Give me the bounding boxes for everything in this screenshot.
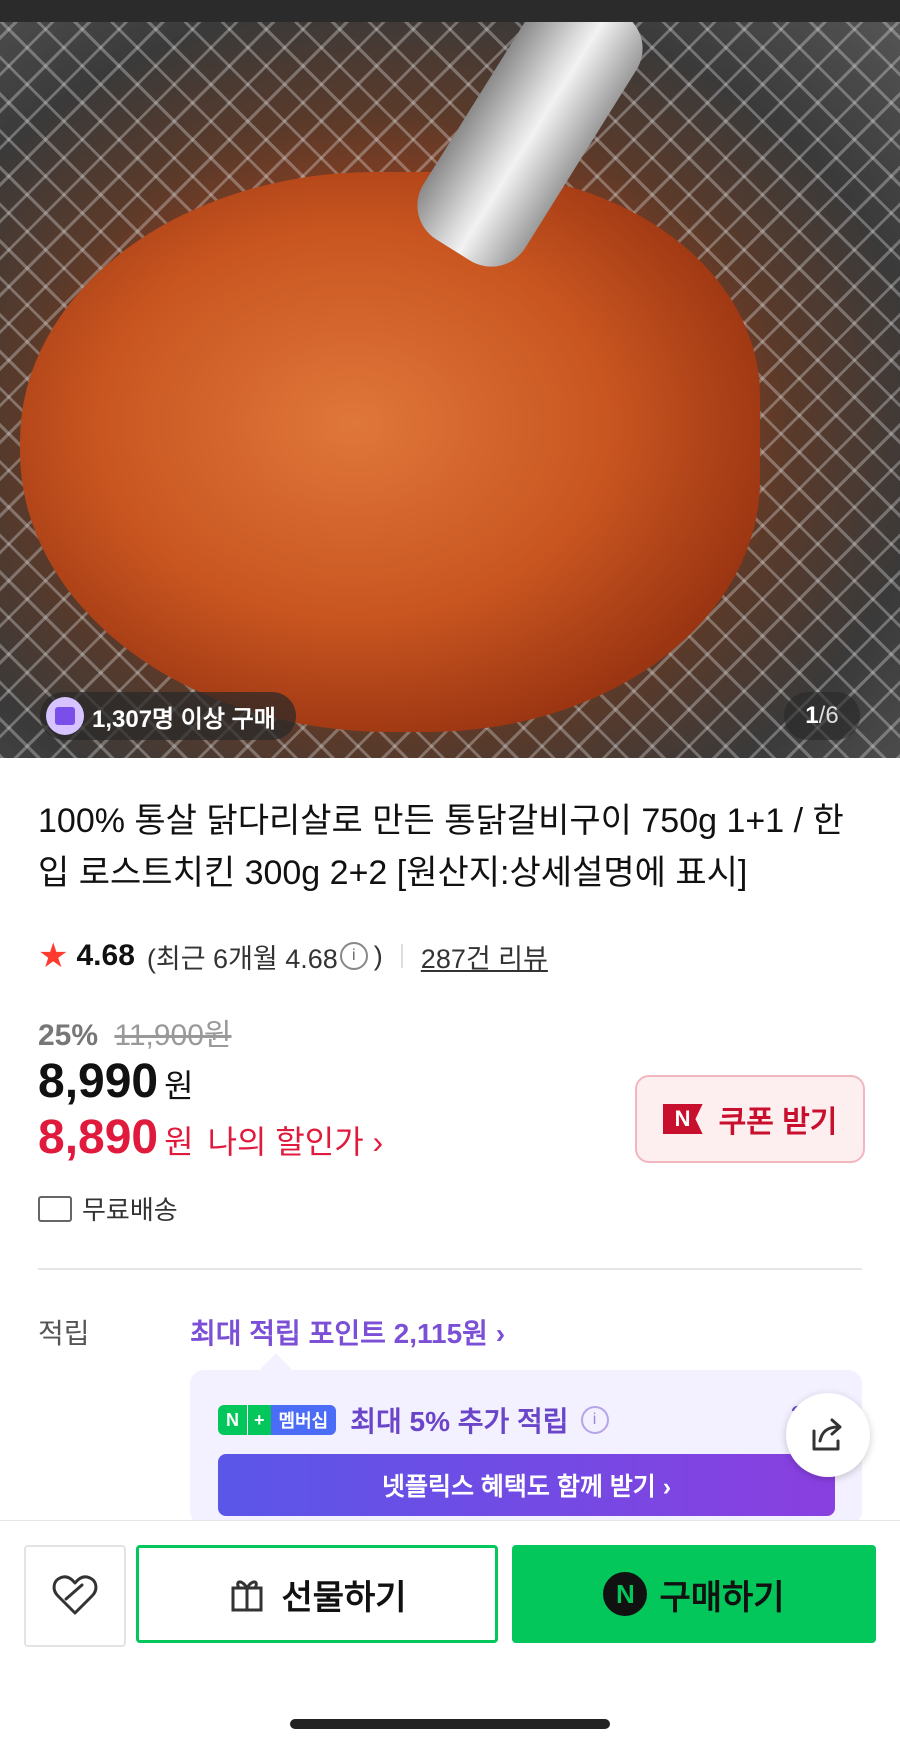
gift-button[interactable]: 선물하기 [136,1545,498,1643]
shipping-row: 무료배송 [38,1190,178,1227]
my-price-row[interactable]: 8,890 원 나의 할인가 › [38,1110,383,1165]
buy-label: 구매하기 [659,1578,785,1617]
bottom-action-bar: 선물하기 N 구매하기 [0,1520,900,1748]
status-bar [0,0,900,22]
home-indicator [290,1719,610,1729]
product-image-carousel[interactable]: 1,307명 이상 구매 1/6 [0,22,900,758]
membership-benefit-box: N + 멤버십 최대 5% 추가 적립 i 35 넷플릭스 혜택도 함께 받기 … [190,1370,862,1525]
netflix-benefit-button[interactable]: 넷플릭스 혜택도 함께 받기 › [218,1454,835,1516]
pager-current: 1 [805,702,819,729]
my-price-label: 나의 할인가 › [207,1124,384,1160]
coupon-label: 쿠폰 받기 [718,1106,838,1139]
discount-percent: 25% [38,1019,99,1052]
divider [400,944,403,968]
price-row: 8,990 원 [38,1054,194,1109]
section-divider [38,1268,862,1270]
image-pager: 1/6 [784,692,860,740]
original-price: 11,900원 [114,1019,232,1052]
sale-price: 8,990 [38,1055,159,1108]
truck-icon [38,1195,72,1222]
shipping-label: 무료배송 [82,1195,178,1225]
pager-total: 6 [825,702,839,729]
review-link[interactable]: 287건 리뷰 [421,937,548,976]
my-price: 8,890 [38,1111,159,1164]
rating-score: 4.68 [76,939,135,972]
recent-rating-close: ) [373,940,383,971]
my-price-unit: 원 [164,1124,194,1160]
naver-pay-icon: N [603,1572,648,1616]
coupon-button[interactable]: N 쿠폰 받기 [635,1075,865,1163]
rating-row: ★ 4.68 (최근 6개월 4.68 i ) 287건 리뷰 [38,936,548,976]
discount-row: 25% 11,900원 [38,1010,232,1054]
membership-word: 멤버십 [270,1405,337,1435]
wishlist-button[interactable] [24,1545,126,1647]
share-button[interactable] [786,1393,870,1477]
membership-text: 최대 5% 추가 적립 [350,1406,569,1437]
gift-icon [231,1580,263,1612]
grilled-chicken-image [20,172,760,732]
recent-rating: (최근 6개월 4.68 [146,943,338,974]
star-icon: ★ [38,937,69,975]
shopping-bag-icon [46,697,84,735]
buy-button[interactable]: N 구매하기 [512,1545,876,1643]
buyers-count-badge: 1,307명 이상 구매 [40,692,296,740]
sale-price-unit: 원 [164,1068,194,1104]
heart-icon [52,1575,98,1615]
product-title: 100% 통살 닭다리살로 만든 통닭갈비구이 750g 1+1 / 한입 로스… [38,802,844,892]
membership-info-icon[interactable]: i [580,1406,609,1434]
membership-row: N + 멤버십 최대 5% 추가 적립 i [218,1400,615,1440]
membership-n: N [218,1405,247,1435]
naver-coupon-icon: N [662,1104,703,1134]
buyers-count-label: 1,307명 이상 구매 [92,705,276,733]
pager-separator: / [818,702,826,729]
membership-plus: + [247,1405,271,1435]
share-icon [812,1418,842,1451]
naver-plus-membership-badge: N + 멤버십 [218,1405,337,1435]
reward-label: 적립 [38,1318,90,1349]
gift-label: 선물하기 [281,1578,407,1617]
info-icon[interactable]: i [339,942,368,970]
max-points-link[interactable]: 최대 적립 포인트 2,115원 › [190,1312,505,1352]
